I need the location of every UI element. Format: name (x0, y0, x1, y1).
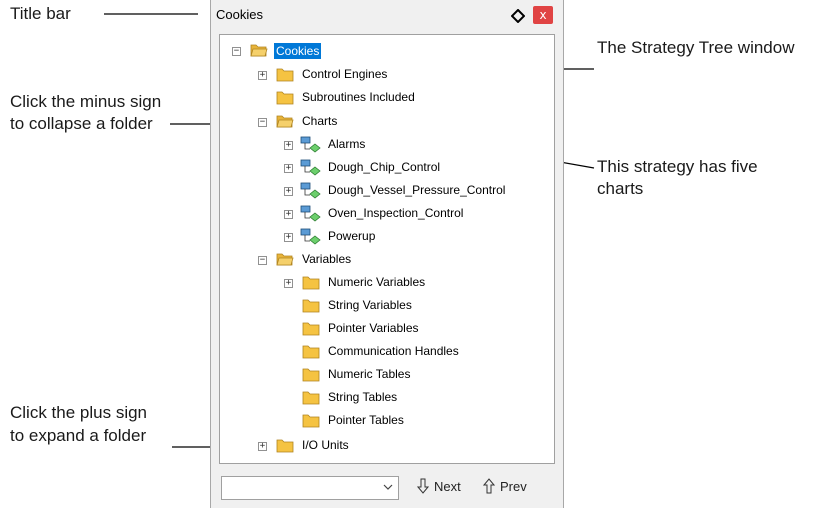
expand-toggle-chart[interactable]: + (284, 187, 293, 196)
tree-label-root[interactable]: Cookies (274, 43, 322, 59)
flowchart-icon (300, 228, 321, 245)
navigation-dropdown[interactable] (221, 476, 399, 500)
expand-toggle-numeric-variables[interactable]: + (284, 279, 293, 288)
callout-title-bar: Title bar (10, 4, 71, 23)
folder-icon (276, 91, 294, 105)
expand-toggle-chart[interactable]: + (284, 141, 293, 150)
tree-label-variables[interactable]: Variables (302, 252, 351, 266)
collapse-toggle-variables[interactable]: − (258, 256, 267, 265)
folder-icon (302, 391, 320, 405)
collapse-toggle-root[interactable]: − (232, 47, 241, 56)
callout-five-charts-line2: charts (597, 179, 644, 198)
tree-label-charts[interactable]: Charts (302, 114, 337, 128)
strategy-tree[interactable]: − Cookies + Control Engines Subroutines … (219, 34, 555, 464)
pin-icon[interactable] (511, 9, 525, 23)
prev-label: Prev (500, 478, 527, 494)
callout-strategy-tree: The Strategy Tree window (597, 38, 795, 57)
next-button[interactable]: Next (417, 478, 461, 494)
close-button[interactable]: x (533, 6, 553, 24)
folder-icon (302, 414, 320, 428)
window-title: Cookies (216, 7, 263, 22)
expand-toggle-chart[interactable]: + (284, 210, 293, 219)
tree-label-chart[interactable]: Powerup (328, 229, 375, 243)
next-label: Next (434, 478, 461, 494)
strategy-tree-window: Cookies x − Cookies + Control Engines Su… (210, 0, 564, 508)
open-folder-icon (276, 115, 294, 128)
tree-label-chart[interactable]: Dough_Chip_Control (328, 160, 440, 174)
tree-label-variable[interactable]: Numeric Tables (328, 367, 410, 381)
flowchart-icon (300, 205, 321, 222)
folder-icon (276, 68, 294, 82)
tree-label-chart[interactable]: Oven_Inspection_Control (328, 206, 463, 220)
callout-expand-line1: Click the plus sign (10, 403, 148, 422)
folder-icon (302, 345, 320, 359)
callout-expand-line2: to expand a folder (10, 426, 147, 445)
folder-icon (302, 322, 320, 336)
prev-button[interactable]: Prev (483, 478, 527, 494)
open-folder-icon (250, 44, 268, 57)
expand-toggle-chart[interactable]: + (284, 164, 293, 173)
callout-collapse-line1: Click the minus sign (10, 92, 162, 111)
expand-toggle-chart[interactable]: + (284, 233, 293, 242)
title-bar[interactable]: Cookies x (211, 0, 563, 32)
callout-five-charts-line1: This strategy has five (597, 157, 758, 176)
expand-toggle-control-engines[interactable]: + (258, 71, 267, 80)
tree-label-variable[interactable]: Numeric Variables (328, 275, 425, 289)
tree-label-variable[interactable]: String Tables (328, 390, 397, 404)
tree-label-variable[interactable]: String Variables (328, 298, 412, 312)
tree-label-chart[interactable]: Dough_Vessel_Pressure_Control (328, 183, 505, 197)
flowchart-icon (300, 136, 321, 153)
open-folder-icon (276, 253, 294, 266)
collapse-toggle-charts[interactable]: − (258, 118, 267, 127)
flowchart-icon (300, 182, 321, 199)
tree-label-io-units[interactable]: I/O Units (302, 438, 349, 452)
flowchart-icon (300, 159, 321, 176)
tree-label-variable[interactable]: Pointer Variables (328, 321, 419, 335)
callout-collapse-line2: to collapse a folder (10, 114, 153, 133)
arrow-up-icon (483, 478, 495, 494)
chevron-down-icon (383, 484, 393, 490)
tree-label-subroutines[interactable]: Subroutines Included (302, 90, 415, 104)
arrow-down-icon (417, 478, 429, 494)
tree-label-variable[interactable]: Communication Handles (328, 344, 459, 358)
folder-icon (302, 276, 320, 290)
folder-icon (302, 368, 320, 382)
tree-label-control-engines[interactable]: Control Engines (302, 67, 387, 81)
tree-label-variable[interactable]: Pointer Tables (328, 413, 404, 427)
folder-icon (276, 439, 294, 453)
folder-icon (302, 299, 320, 313)
expand-toggle-io-units[interactable]: + (258, 442, 267, 451)
tree-label-chart[interactable]: Alarms (328, 137, 365, 151)
navigation-bar: Next Prev (211, 470, 563, 508)
